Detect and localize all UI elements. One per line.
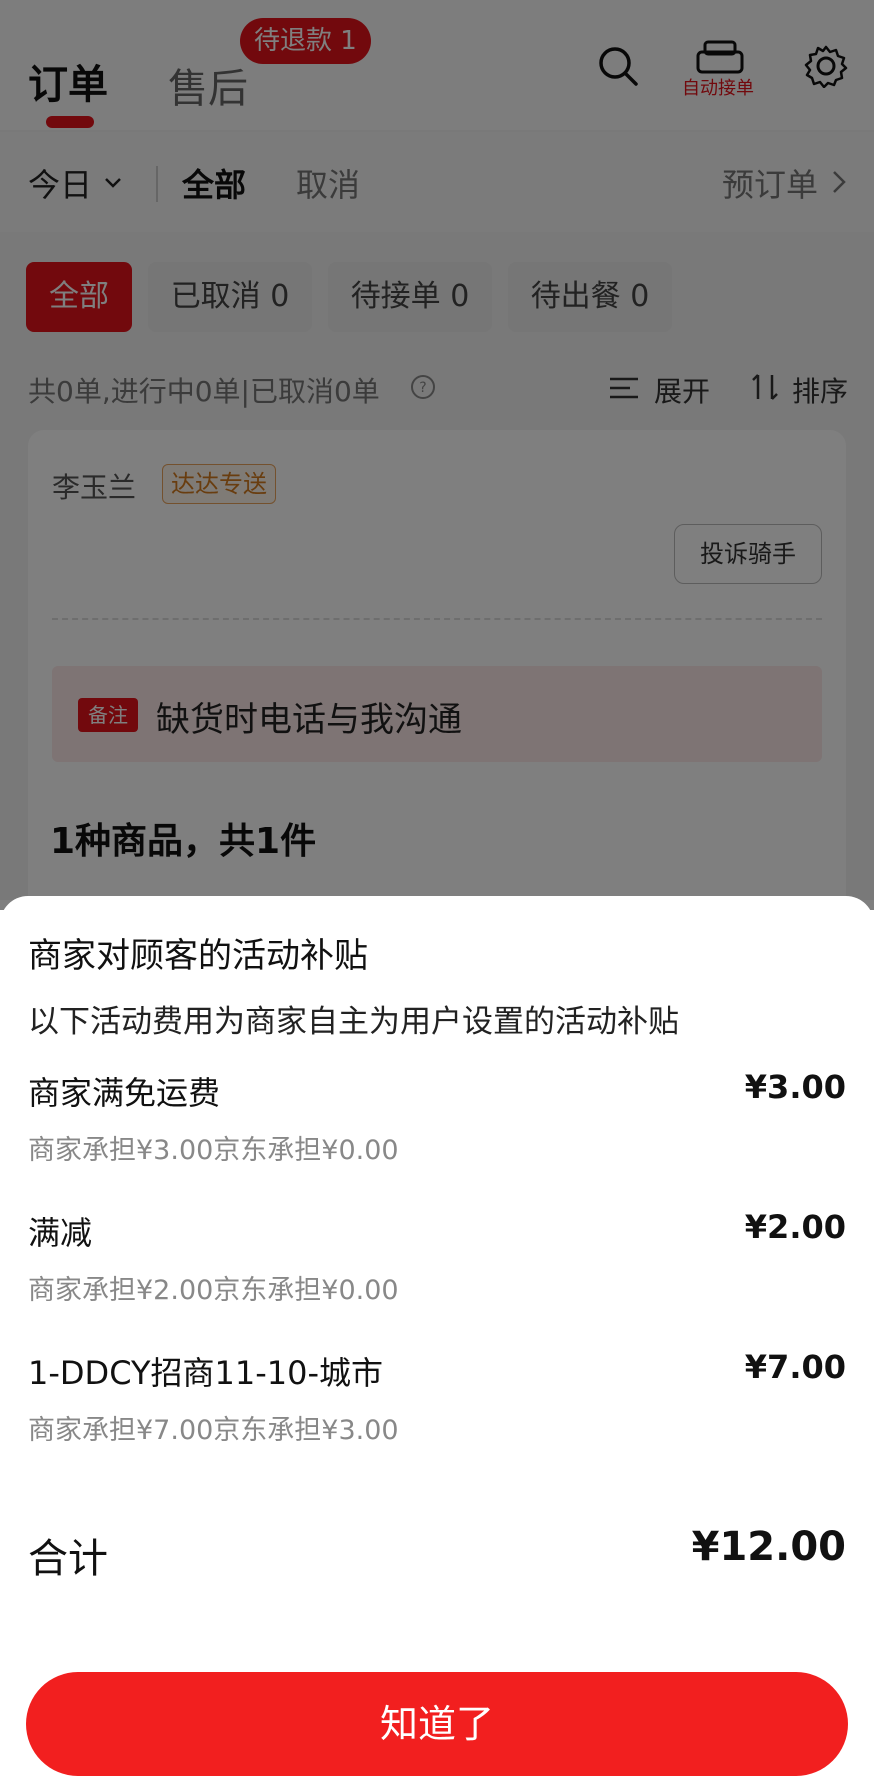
subsidy-item-amount: ¥7.00 [744,1348,846,1386]
subsidy-item-name: 1-DDCY招商11-10-城市 [28,1354,384,1392]
subsidy-item-amount: ¥2.00 [744,1208,846,1246]
total-label: 合计 [28,1536,108,1582]
subsidy-bottom-sheet: 商家对顾客的活动补贴 以下活动费用为商家自主为用户设置的活动补贴 商家满免运费 … [0,896,874,1784]
subsidy-item-detail: 商家承担¥2.00京东承担¥0.00 [28,1275,399,1306]
total-amount: ¥12.00 [691,1524,846,1570]
subsidy-item-amount: ¥3.00 [744,1068,846,1106]
subsidy-item-name: 满减 [28,1214,93,1252]
sheet-title: 商家对顾客的活动补贴 [28,936,368,976]
subsidy-item-detail: 商家承担¥7.00京东承担¥3.00 [28,1415,399,1446]
subsidy-item-name: 商家满免运费 [28,1074,221,1112]
confirm-button[interactable]: 知道了 [26,1672,848,1776]
subsidy-item-detail: 商家承担¥3.00京东承担¥0.00 [28,1135,399,1166]
modal-backdrop[interactable] [0,0,874,910]
sheet-subtitle: 以下活动费用为商家自主为用户设置的活动补贴 [28,1004,679,1040]
